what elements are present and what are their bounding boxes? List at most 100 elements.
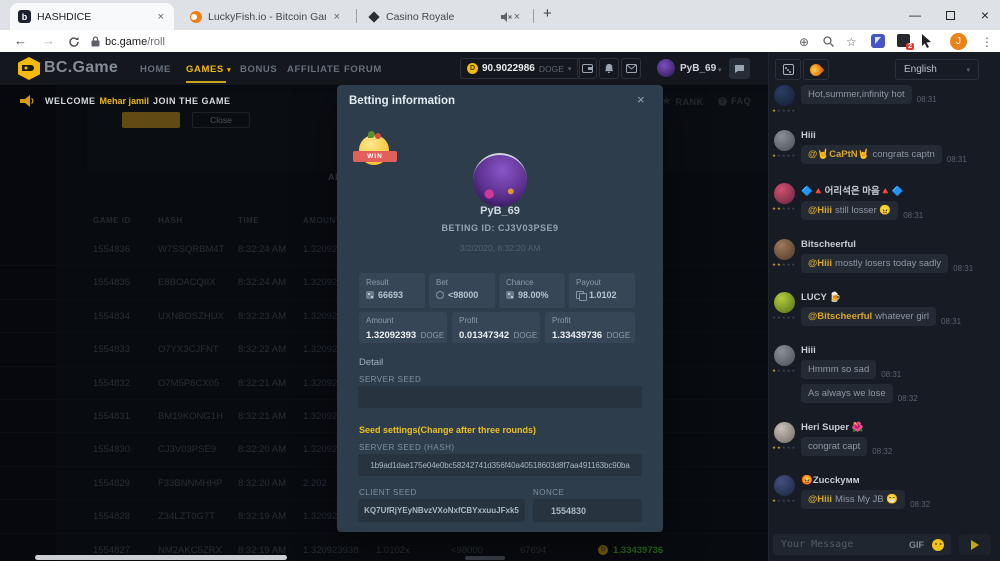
minimize-button[interactable]: — <box>901 0 929 30</box>
chat-username[interactable]: LUCY 🍺 <box>801 292 995 303</box>
announcement-welcome: WELCOME <box>45 96 96 106</box>
dice-icon <box>783 64 794 75</box>
new-tab-button[interactable]: + <box>543 5 552 22</box>
url-field[interactable]: bc.game/roll <box>105 36 165 48</box>
chat-toggle-button[interactable] <box>729 58 750 79</box>
megaphone-icon <box>20 95 34 107</box>
client-seed-input[interactable] <box>358 499 525 522</box>
messages-button[interactable] <box>621 58 641 79</box>
chat-username[interactable]: Bitscheerful <box>801 239 995 250</box>
nonce-input[interactable] <box>533 499 642 522</box>
nav-home[interactable]: HOME <box>140 64 171 75</box>
announcement-suffix: JOIN THE GAME <box>153 96 231 106</box>
tab-hashdice[interactable]: b HASHDICE × <box>10 3 174 30</box>
avatar[interactable] <box>774 85 795 106</box>
nav-games[interactable]: GAMES ▾ <box>186 64 231 75</box>
tab-title: LuckyFish.io - Bitcoin Gambling S <box>208 11 326 23</box>
bookmark-star-icon[interactable]: ☆ <box>846 35 857 49</box>
user-avatar[interactable] <box>657 59 675 77</box>
player-avatar[interactable] <box>473 153 527 207</box>
nonce-label: NONCE <box>533 488 564 497</box>
avatar[interactable] <box>774 422 795 443</box>
cursor-extension-icon[interactable] <box>921 34 933 48</box>
seed-settings-label: Seed settings(Change after three rounds) <box>359 425 536 435</box>
chat-username[interactable]: Hiii <box>801 130 995 141</box>
chat-text: whatever girl <box>875 311 929 322</box>
profile-avatar[interactable]: J <box>950 33 967 50</box>
avatar[interactable] <box>774 130 795 151</box>
send-message-button[interactable] <box>959 534 991 555</box>
scrollbar-fragment[interactable] <box>465 556 505 560</box>
chat-text: Hot,summer,infinity hot <box>808 89 905 100</box>
back-button[interactable]: ← <box>14 33 27 48</box>
gif-button[interactable]: GIF <box>909 540 924 550</box>
site-logo-text[interactable]: BC.Game <box>44 59 118 77</box>
maximize-button[interactable] <box>936 0 964 30</box>
close-tab-icon[interactable]: × <box>512 11 522 23</box>
nav-affiliate[interactable]: AFFILIATE <box>287 64 340 75</box>
balance-selector[interactable]: D 90.9022986 DOGE ▾ <box>460 58 580 79</box>
chat-message-list: ★★★★★Hot,summer,infinity hot08:31★★★★★Hi… <box>769 85 995 533</box>
avatar[interactable] <box>774 475 795 496</box>
avatar[interactable] <box>774 183 795 204</box>
user-level-stars: ★★★★★ <box>772 368 796 374</box>
reload-button[interactable] <box>68 36 80 48</box>
user-level-stars: ★★★★★ <box>772 262 796 268</box>
tab-title: HASHDICE <box>37 11 150 23</box>
timestamp: 08:32 <box>872 447 892 456</box>
user-level-stars: ★★★★★ <box>772 153 796 159</box>
chat-bubble: congrat capt <box>801 437 867 456</box>
browser-menu-icon[interactable]: ⋮ <box>981 35 993 49</box>
coin-icon <box>436 291 444 299</box>
mention-link[interactable]: @Bitscheerful <box>808 311 872 322</box>
mention-link[interactable]: @Hiii <box>808 205 832 216</box>
notifications-button[interactable] <box>599 58 619 79</box>
chat-username[interactable]: Hiii <box>801 345 995 356</box>
horizontal-scrollbar[interactable] <box>35 555 287 560</box>
avatar[interactable] <box>774 345 795 366</box>
mention-link[interactable]: @Hiii <box>808 494 832 505</box>
wallet-button[interactable] <box>577 58 597 79</box>
nav-bonus[interactable]: BONUS <box>240 64 277 75</box>
close-tab-icon[interactable]: × <box>332 11 342 23</box>
mention-link[interactable]: @Hiii <box>808 258 832 269</box>
search-icon[interactable] <box>823 36 834 47</box>
lock-icon[interactable] <box>91 36 100 47</box>
server-seed-input[interactable] <box>358 386 642 408</box>
close-window-button[interactable]: × <box>971 0 999 30</box>
tab-casino-royale[interactable]: Casino Royale × <box>360 3 530 30</box>
chat-username[interactable]: 🔷🔺어리석은 마음🔺🔷 <box>801 183 995 197</box>
chat-message-input[interactable] <box>773 534 951 555</box>
chat-room-fire-button[interactable] <box>803 59 829 80</box>
extension-icon[interactable] <box>871 34 885 48</box>
user-level-stars: ★★★★★ <box>772 206 796 212</box>
forward-button[interactable]: → <box>42 33 55 48</box>
emoji-button[interactable] <box>932 539 944 551</box>
user-name[interactable]: PyB_69 <box>680 63 716 74</box>
server-seed-hash-input[interactable] <box>358 454 642 476</box>
timestamp: 08:32 <box>898 394 918 403</box>
tab-audio-icon[interactable] <box>501 12 512 22</box>
chevron-down-icon[interactable]: ▾ <box>718 66 722 74</box>
avatar[interactable] <box>774 292 795 313</box>
language-select[interactable]: English ▾ <box>895 59 979 80</box>
chat-username[interactable]: Heri Super 🌺 <box>801 422 995 433</box>
luckyfish-favicon-icon <box>190 11 202 23</box>
zoom-page-icon[interactable]: ⊕ <box>799 35 809 49</box>
chat-room-dice-button[interactable] <box>775 59 801 80</box>
mention-link[interactable]: @🤘CaPtN🤘 <box>808 149 869 160</box>
nav-forum[interactable]: FORUM <box>344 64 382 75</box>
avatar[interactable] <box>774 239 795 260</box>
modal-close-icon[interactable]: × <box>637 92 645 107</box>
stat-result: Result 66693 <box>359 273 425 308</box>
tab-luckyfish[interactable]: LuckyFish.io - Bitcoin Gambling S × <box>182 3 350 30</box>
chevron-down-icon: ▾ <box>966 66 970 74</box>
close-tab-icon[interactable]: × <box>156 11 166 23</box>
chat-text: Hmmm so sad <box>808 364 869 375</box>
bcgame-logo-icon[interactable] <box>18 57 40 80</box>
chat-username[interactable]: 😡Zucckyмм <box>801 475 995 486</box>
user-level-stars: ★★★★★ <box>772 315 796 321</box>
extension-icon[interactable]: 2 <box>897 34 910 47</box>
user-level-stars: ★★★★★ <box>772 445 796 451</box>
bet-id: BETING ID: CJ3V03PSE9 <box>337 223 663 233</box>
